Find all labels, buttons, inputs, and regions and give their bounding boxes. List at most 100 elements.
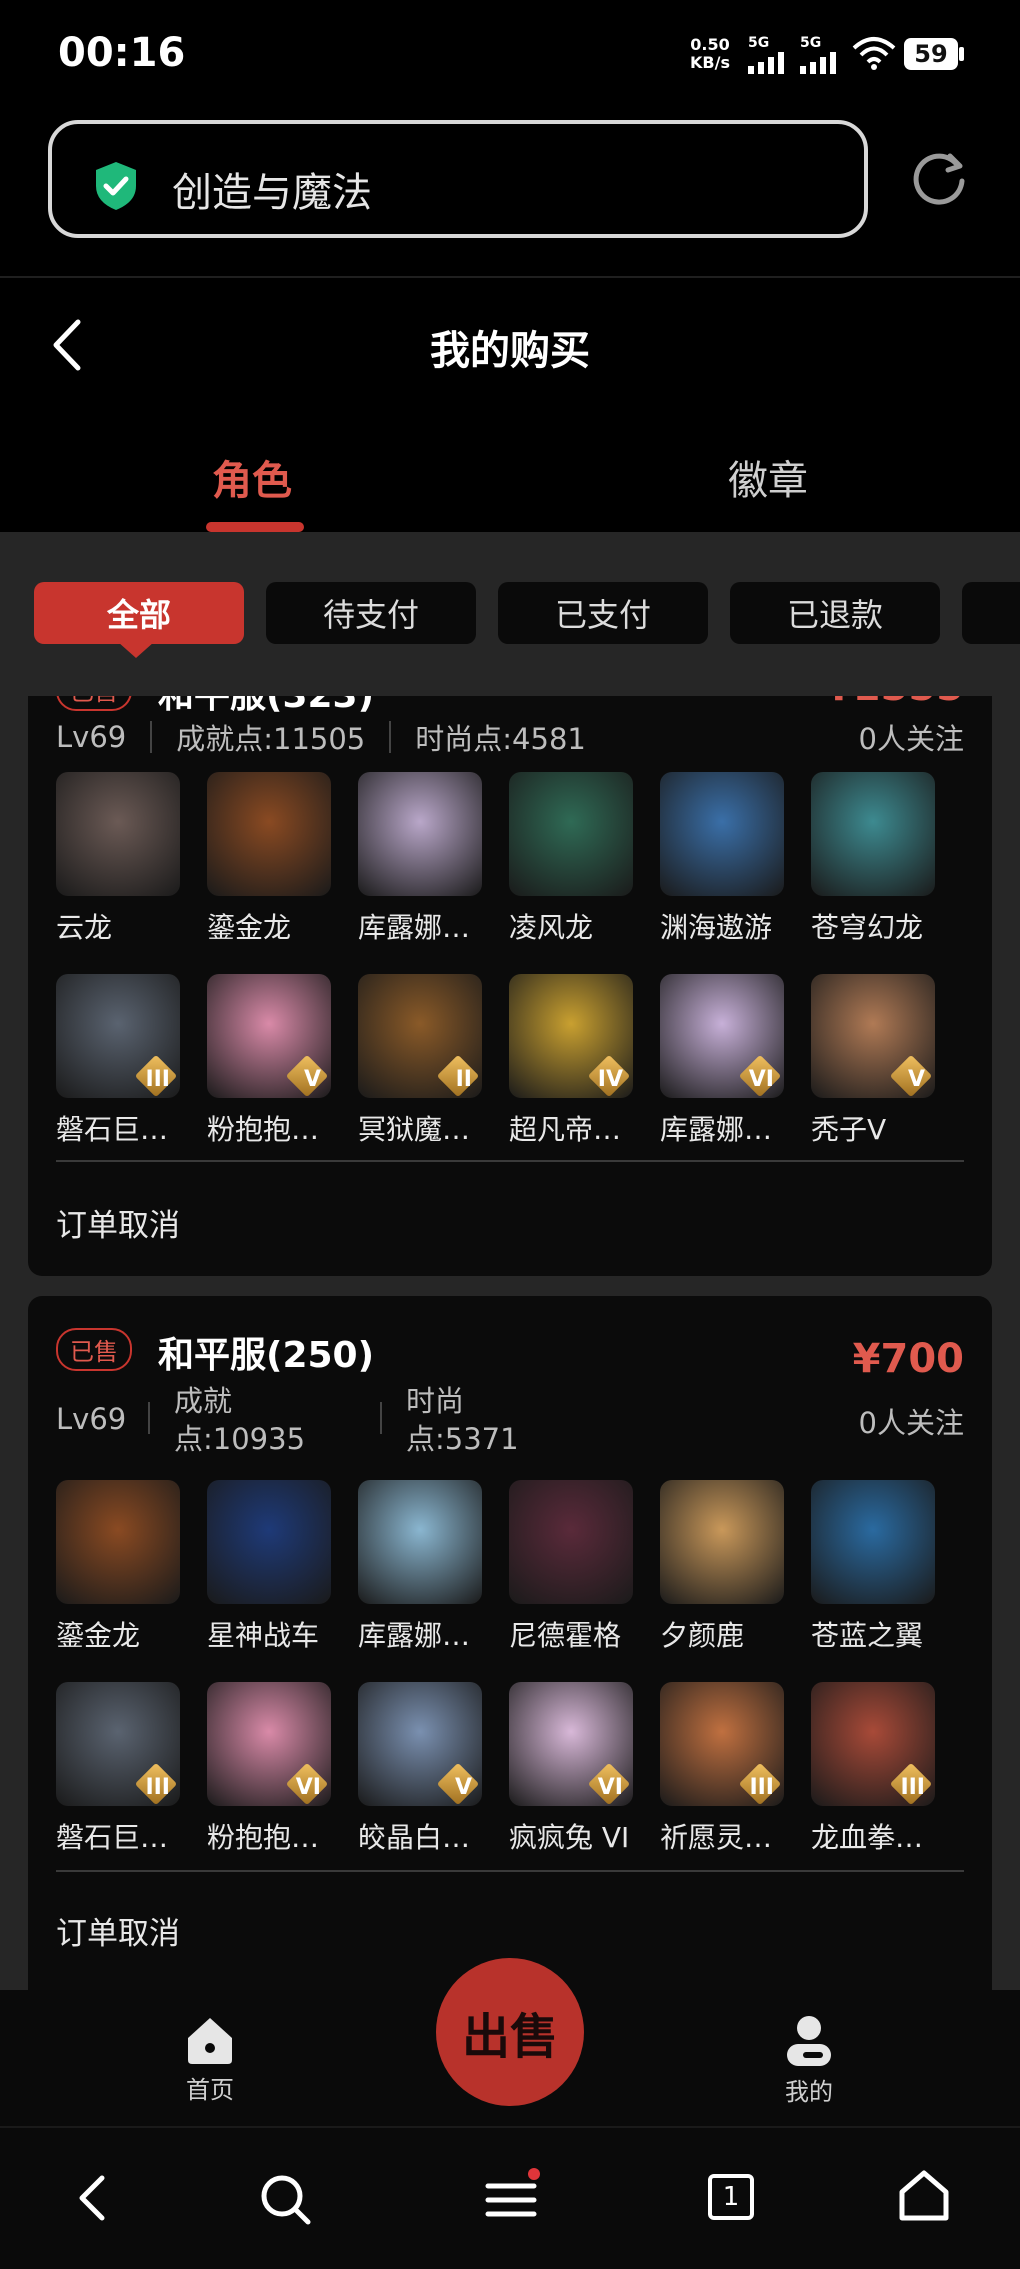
order-card[interactable]: 已售 和平服(250) ¥700 Lv69 成就 点:10935 时尚 点:53… [28, 1296, 992, 1990]
search-icon[interactable] [258, 2172, 312, 2226]
item-thumbnail: II [358, 974, 482, 1098]
fashion-points: 时尚点:4581 [415, 722, 586, 756]
filter-paid[interactable]: 已支付 [498, 582, 708, 644]
sold-badge: 已售 [56, 1328, 132, 1371]
item-name: 祈愿灵… [660, 1821, 773, 1854]
filter-refunded[interactable]: 已退款 [730, 582, 940, 644]
fashion-value: 点:5371 [406, 1422, 519, 1456]
signal-2-icon: 5G [800, 34, 836, 74]
item-thumbnail [358, 1480, 482, 1604]
level-text: Lv69 [56, 720, 127, 754]
item-card[interactable]: 凌风龙 [481, 772, 633, 946]
item-thumbnail: V [811, 974, 935, 1098]
item-card[interactable]: V 粉抱抱… [179, 974, 331, 1148]
followers-count: 0人关注 [858, 1406, 964, 1440]
nav-mine[interactable]: 我的 [776, 2012, 842, 2107]
item-name: 苍穹幻龙 [811, 911, 924, 944]
item-grid: 云龙 鎏金龙 库露娜… 凌风龙 渊海遨游 苍穹幻龙 III 磐石巨… V 粉抱抱… II 冥狱魔… IV… [28, 772, 935, 1148]
rank-text: III [145, 1067, 170, 1092]
level-text: Lv69 [56, 1402, 127, 1436]
fashion-points: 时尚 点:5371 [406, 1382, 519, 1458]
item-card[interactable]: VI 粉抱抱… [179, 1682, 331, 1856]
browser-home-icon[interactable] [896, 2168, 952, 2224]
nav-home[interactable]: 首页 [180, 2014, 240, 2105]
battery-level: 59 [914, 40, 948, 68]
item-card[interactable]: 库露娜… [330, 1480, 482, 1654]
rank-text: VI [295, 1775, 321, 1800]
rank-text: V [907, 1067, 925, 1092]
item-name: 超凡帝… [509, 1113, 622, 1146]
item-card[interactable]: III 龙血拳… [783, 1682, 935, 1856]
item-name: 磐石巨… [56, 1113, 169, 1146]
item-name: 皎晶白… [358, 1821, 471, 1854]
achievement-points: 成就点:11505 [176, 722, 366, 756]
item-name: 疯疯兔 VI [509, 1821, 630, 1854]
item-card[interactable]: 苍蓝之翼 [783, 1480, 935, 1654]
address-bar[interactable]: 创造与魔法 [48, 120, 868, 238]
achievement-points: 成就 点:10935 [174, 1382, 305, 1458]
item-card[interactable]: II 冥狱魔… [330, 974, 482, 1148]
item-card[interactable]: 夕颜鹿 [632, 1480, 784, 1654]
signal-2-label: 5G [800, 35, 822, 51]
item-thumbnail [56, 772, 180, 896]
menu-icon[interactable] [482, 2168, 542, 2228]
item-thumbnail: III [56, 1682, 180, 1806]
card-divider [56, 1160, 964, 1162]
tabs-count-button[interactable]: 1 [708, 2174, 754, 2220]
item-thumbnail [509, 1480, 633, 1604]
item-card[interactable]: 苍穹幻龙 [783, 772, 935, 946]
item-card[interactable]: 云龙 [28, 772, 180, 946]
item-card[interactable]: 尼德霍格 [481, 1480, 633, 1654]
tabs-count: 1 [722, 2182, 740, 2212]
item-card[interactable]: III 祈愿灵… [632, 1682, 784, 1856]
item-thumbnail [509, 772, 633, 896]
battery-icon: 59 [904, 38, 958, 70]
filter-pending-payment[interactable]: 待支付 [266, 582, 476, 644]
item-card[interactable]: III 磐石巨… [28, 974, 180, 1148]
server-name: 和平服(250) [158, 1335, 375, 1376]
nav-home-label: 首页 [186, 2076, 234, 2104]
separator [380, 1402, 382, 1434]
item-card[interactable]: 星神战车 [179, 1480, 331, 1654]
item-name: 凌风龙 [509, 911, 594, 944]
network-speed-value: 0.50 [690, 35, 730, 54]
item-thumbnail: III [660, 1682, 784, 1806]
sell-button[interactable]: 出售 [436, 1958, 584, 2106]
network-speed: 0.50 KB/s [690, 36, 730, 72]
fashion-label: 时尚 [406, 1384, 465, 1418]
item-card[interactable]: IV 超凡帝… [481, 974, 633, 1148]
separator [389, 721, 392, 753]
item-card[interactable]: 库露娜… [330, 772, 482, 946]
browser-back-icon[interactable] [72, 2172, 112, 2224]
rank-text: V [454, 1775, 472, 1800]
order-list-area[interactable]: 全部 待支付 已支付 已退款 已售 和平服(323) ¥1555 Lv69 成就… [0, 532, 1020, 1990]
separator [150, 721, 153, 753]
filter-all[interactable]: 全部 [34, 582, 244, 644]
item-card[interactable]: VI 库露娜… [632, 974, 784, 1148]
item-name: 夕颜鹿 [660, 1619, 745, 1652]
item-grid: 鎏金龙 星神战车 库露娜… 尼德霍格 夕颜鹿 苍蓝之翼 III 磐石巨… VI 粉抱抱… V 皎晶白…… [28, 1480, 935, 1856]
order-price: ¥1555 [825, 696, 964, 710]
signal-1-icon: 5G [748, 34, 784, 74]
item-card[interactable]: VI 疯疯兔 VI [481, 1682, 633, 1856]
refresh-icon[interactable] [910, 150, 968, 208]
item-thumbnail: VI [207, 1682, 331, 1806]
item-card[interactable]: III 磐石巨… [28, 1682, 180, 1856]
item-card[interactable]: 鎏金龙 [28, 1480, 180, 1654]
battery-tip [959, 47, 964, 61]
filter-more[interactable] [962, 582, 1020, 644]
item-card[interactable]: 鎏金龙 [179, 772, 331, 946]
user-icon [787, 2016, 831, 2066]
sold-badge-text: 已售 [56, 696, 132, 711]
item-card[interactable]: V 皎晶白… [330, 1682, 482, 1856]
tab-badge[interactable]: 徽章 [728, 448, 808, 506]
orders-viewport[interactable]: 已售 和平服(323) ¥1555 Lv69 成就点:11505 时尚点:458… [0, 696, 1020, 1990]
achievement-label: 成就 [174, 1384, 233, 1418]
item-card[interactable]: 渊海遨游 [632, 772, 784, 946]
order-card[interactable]: 已售 和平服(323) ¥1555 Lv69 成就点:11505 时尚点:458… [28, 696, 992, 1276]
tab-role[interactable]: 角色 [212, 448, 292, 506]
item-card[interactable]: V 秃子V [783, 974, 935, 1148]
order-price: ¥700 [852, 1336, 964, 1382]
item-name: 龙血拳… [811, 1821, 924, 1854]
rank-text: II [455, 1067, 472, 1092]
